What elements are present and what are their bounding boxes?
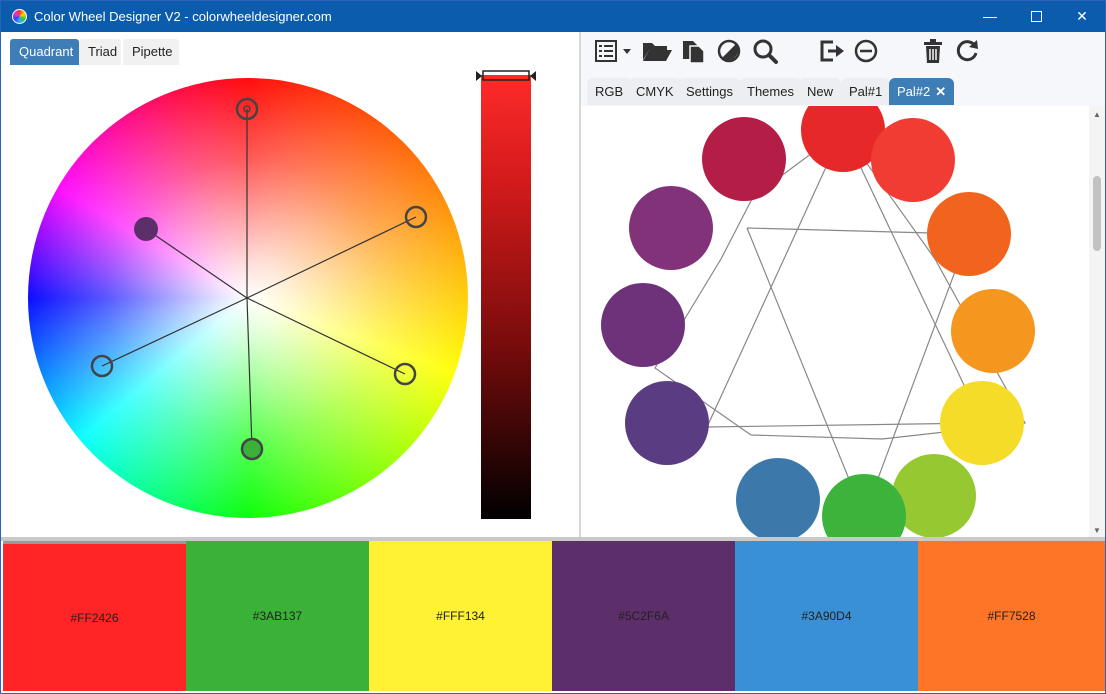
color-wheel-panel: Quadrant Triad Pipette	[3, 32, 579, 537]
search-icon[interactable]	[751, 37, 779, 65]
tab-quadrant[interactable]: Quadrant	[10, 39, 79, 65]
scrollbar-thumb[interactable]	[1093, 176, 1101, 251]
dropdown-caret-icon[interactable]	[621, 37, 633, 65]
tab-cmyk[interactable]: CMYK	[628, 78, 682, 105]
tab-pipette[interactable]: Pipette	[123, 39, 179, 65]
wheel-marker-green[interactable]	[240, 437, 264, 461]
wheel-marker-purple[interactable]	[134, 217, 158, 241]
copy-icon[interactable]	[679, 37, 707, 65]
minimize-button[interactable]: —	[967, 1, 1013, 32]
toolbar	[581, 32, 1105, 70]
scroll-up-icon[interactable]: ▲	[1093, 110, 1101, 119]
palette-circle	[822, 474, 906, 537]
palette-circle	[871, 118, 955, 202]
brightness-slider[interactable]	[481, 75, 531, 519]
tab-pal1[interactable]: Pal#1	[841, 78, 891, 105]
marker-spoke	[246, 297, 406, 375]
palette-circle	[736, 458, 820, 537]
color-swatch[interactable]: #3AB137	[186, 541, 369, 691]
palette-circle	[940, 381, 1024, 465]
swatch-hex-label: #FFF134	[436, 609, 485, 623]
palette-circle	[951, 289, 1035, 373]
palette-image-view	[581, 106, 1089, 537]
tab-pal2[interactable]: Pal#2 ✕	[889, 78, 955, 105]
swatch-hex-label: #3A90D4	[801, 609, 852, 623]
color-swatch[interactable]: #FFF134	[369, 541, 552, 691]
palette-circle	[702, 117, 786, 201]
palette-panel: RGB CMYK Settings Themes New Pal#1 Pal#2…	[581, 32, 1105, 537]
trash-icon[interactable]	[919, 37, 947, 65]
scroll-down-icon[interactable]: ▼	[1093, 526, 1101, 535]
vertical-scrollbar[interactable]: ▲ ▼	[1089, 106, 1105, 537]
swatch-hex-label: #3AB137	[252, 609, 303, 623]
tab-settings[interactable]: Settings	[678, 78, 741, 105]
color-swatch[interactable]: #5C2F6A	[552, 541, 735, 691]
palette-circle	[601, 283, 685, 367]
brightness-slider-handle[interactable]	[474, 70, 538, 82]
tab-themes[interactable]: Themes	[739, 78, 802, 105]
export-icon[interactable]	[818, 37, 846, 65]
palette-circle	[625, 381, 709, 465]
maximize-icon	[1030, 10, 1042, 22]
swatch-hex-label: #FF7528	[987, 609, 1036, 623]
refresh-icon[interactable]	[953, 37, 981, 65]
swatch-hex-label: #FF2426	[70, 610, 119, 625]
app-window: Color Wheel Designer V2 - colorwheeldesi…	[0, 0, 1106, 694]
contrast-icon[interactable]	[715, 37, 743, 65]
color-swatch[interactable]: #3A90D4	[735, 541, 918, 691]
list-icon[interactable]	[593, 37, 621, 65]
close-button[interactable]: ✕	[1059, 1, 1105, 32]
tab-pal2-label: Pal#2	[897, 84, 931, 99]
swatch-hex-label: #5C2F6A	[618, 609, 669, 623]
tab-new[interactable]: New	[799, 78, 842, 105]
marker-spoke	[145, 228, 248, 299]
tab-triad[interactable]: Triad	[79, 39, 121, 65]
palette-color-circle-image	[601, 106, 1035, 537]
tab-rgb[interactable]: RGB	[587, 78, 632, 105]
title-bar: Color Wheel Designer V2 - colorwheeldesi…	[1, 1, 1105, 32]
color-swatch[interactable]: #FF2426	[3, 541, 186, 691]
app-logo-icon	[12, 9, 27, 24]
swatch-strip: #FF2426 #3AB137 #FFF134 #5C2F6A #3A90D4 …	[3, 541, 1105, 693]
maximize-button[interactable]	[1013, 1, 1059, 32]
close-tab-icon[interactable]: ✕	[935, 78, 946, 105]
remove-icon[interactable]	[852, 37, 880, 65]
color-swatch[interactable]: #FF7528	[918, 541, 1105, 691]
open-folder-icon[interactable]	[641, 37, 673, 65]
window-title: Color Wheel Designer V2 - colorwheeldesi…	[34, 9, 332, 24]
palette-circle	[927, 192, 1011, 276]
marker-spoke	[101, 297, 248, 367]
marker-spoke	[246, 216, 417, 299]
wheel-markers	[90, 97, 428, 461]
marker-spoke	[246, 297, 253, 450]
palette-circle	[629, 186, 713, 270]
